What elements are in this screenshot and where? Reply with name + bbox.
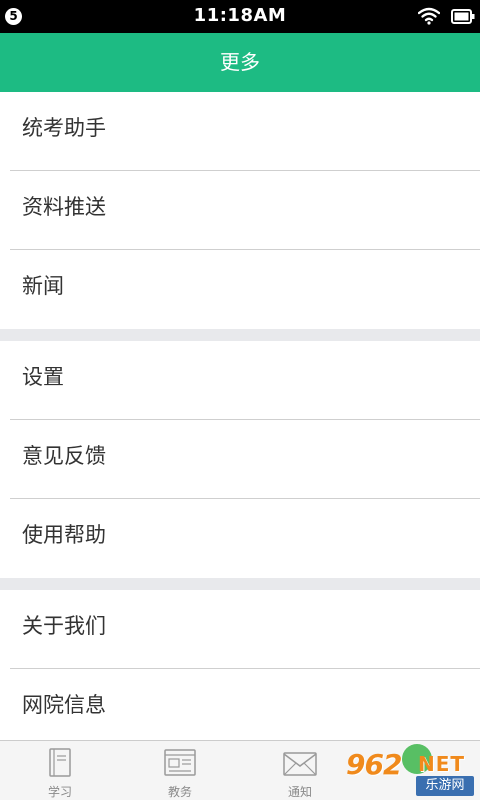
tab-label: 学习: [47, 785, 72, 799]
watermark-logo: 962 NET 乐游网: [340, 742, 480, 800]
book-icon: [49, 748, 71, 777]
menu-item-college-info[interactable]: 网院信息: [0, 669, 480, 748]
group-separator: [0, 578, 480, 590]
wifi-icon: [418, 7, 440, 25]
menu-item-material-push[interactable]: 资料推送: [0, 171, 480, 250]
menu-item-help[interactable]: 使用帮助: [0, 499, 480, 578]
tab-academic-affairs[interactable]: 教务: [120, 741, 240, 800]
menu-item-news[interactable]: 新闻: [0, 250, 480, 329]
menu-item-feedback[interactable]: 意见反馈: [0, 420, 480, 499]
menu-item-label: 设置: [22, 365, 64, 389]
battery-icon: [451, 9, 475, 24]
menu-group-3: 关于我们 网院信息: [0, 590, 480, 748]
page-title: 更多: [0, 33, 480, 92]
menu-group-1: 统考助手 资料推送 新闻: [0, 92, 480, 329]
menu-item-about-us[interactable]: 关于我们: [0, 590, 480, 669]
menu-group-2: 设置 意见反馈 使用帮助: [0, 341, 480, 578]
settings-menu: 统考助手 资料推送 新闻 设置 意见反馈 使用帮助 关于我们 网院信息: [0, 92, 480, 748]
menu-item-settings[interactable]: 设置: [0, 341, 480, 420]
watermark-suffix-text: NET: [418, 752, 466, 776]
menu-item-label: 使用帮助: [22, 523, 106, 547]
status-time: 11:18AM: [193, 5, 287, 26]
menu-item-exam-assistant[interactable]: 统考助手: [0, 92, 480, 171]
group-separator: [0, 329, 480, 341]
menu-item-label: 意见反馈: [22, 444, 106, 468]
status-bar: 5 11:18AM: [0, 0, 480, 33]
watermark-main-text: 962: [346, 748, 402, 781]
newspaper-icon: [164, 749, 196, 776]
menu-item-label: 新闻: [22, 274, 64, 298]
menu-item-label: 统考助手: [22, 116, 106, 140]
menu-item-label: 网院信息: [22, 693, 106, 717]
menu-item-label: 关于我们: [22, 614, 106, 638]
menu-item-label: 资料推送: [22, 195, 106, 219]
watermark-sub-text: 乐游网: [416, 776, 474, 796]
envelope-icon: [283, 752, 317, 776]
tab-label: 教务: [167, 785, 192, 799]
tab-study[interactable]: 学习: [0, 741, 120, 800]
